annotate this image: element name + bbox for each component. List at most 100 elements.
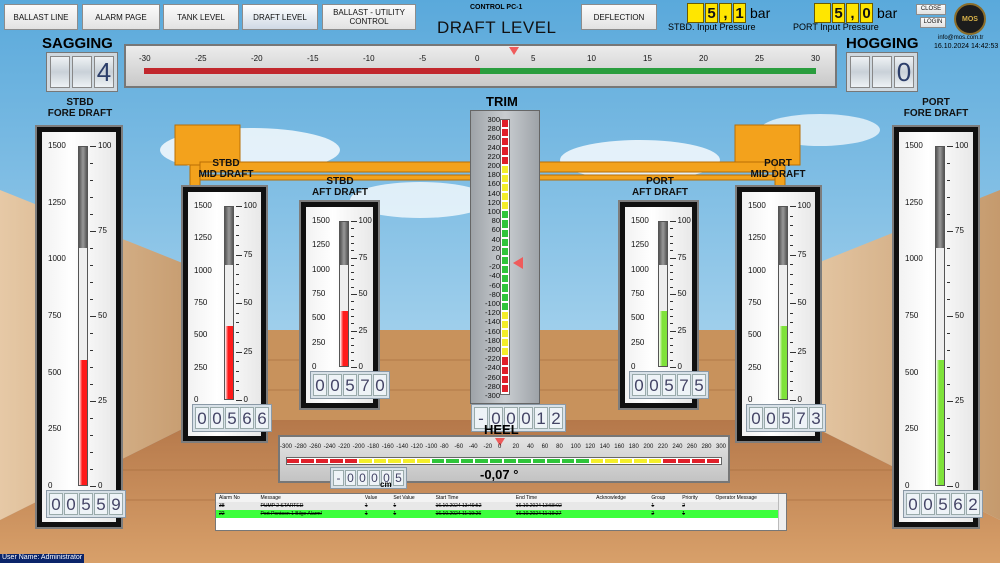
nav-ballast-utility-control-button[interactable]: BALLAST - UTILITY CONTROL: [322, 4, 416, 30]
gauge-tick-mark: [947, 265, 950, 266]
alarm-column-header[interactable]: Group: [648, 494, 679, 502]
counter-digit: [850, 56, 870, 88]
gauge-tick-mark: [90, 197, 93, 198]
gauge-left-tick-label: 1500: [905, 141, 923, 150]
alarm-table[interactable]: Alarm No Message Value Set Value Start Time E…: [215, 493, 787, 531]
gauge-right-tick-label: 100: [358, 216, 372, 225]
gauge-left-tick-label: 1000: [631, 264, 649, 274]
alarm-column-header[interactable]: Value: [362, 494, 391, 502]
trim-bar-segment: [502, 302, 508, 310]
alarm-column-header[interactable]: Operator Message: [713, 494, 786, 502]
gauge-tick-mark: [350, 264, 354, 266]
trim-bar-segment: [502, 275, 508, 283]
heel-bar-segment: [489, 459, 502, 463]
gauge-right-tick-label: 50: [797, 298, 807, 307]
heel-angle: -0,07 °: [480, 467, 519, 482]
gauge-tube: [78, 146, 88, 486]
heel-readout: - 0 0 0 0 5: [330, 467, 407, 489]
alarm-column-header[interactable]: Alarm No: [216, 494, 258, 502]
gauge-tick-mark: [90, 435, 93, 436]
gauge-tick-mark: [350, 250, 354, 252]
gauge-tick-mark: [947, 163, 950, 164]
nav-ballast-line-button[interactable]: BALLAST LINE: [4, 4, 78, 30]
stbd-mid-gauge: 1500 1250 1000 750 500 250 0 100 75 50 25 0 0 0 5 6 6: [181, 185, 272, 443]
trim-bar-segment: [502, 293, 508, 301]
heel-bar-segment: [431, 459, 445, 463]
trim-bar-segment: [502, 247, 508, 255]
gauge-fill: [79, 359, 87, 485]
gauge-tick-mark: [90, 163, 93, 164]
gauge-right-tick-label: 100: [243, 201, 257, 210]
gauge-tube: [777, 206, 788, 400]
login-button[interactable]: LOGIN: [920, 17, 946, 28]
gauge-tick-mark: [235, 351, 242, 353]
trim-marker-icon: [513, 256, 523, 269]
nav-alarm-page-button[interactable]: ALARM PAGE: [82, 4, 160, 30]
alarm-scrollbar[interactable]: [778, 494, 786, 530]
gauge-tube: [223, 206, 234, 400]
trim-bar-segment: [502, 120, 508, 128]
control-pc-label: CONTROL PC-1: [470, 4, 523, 11]
readout-digit: 0: [345, 470, 356, 486]
gauge-left-tick-label: 1500: [631, 216, 649, 225]
readout-digit: 9: [109, 493, 123, 515]
gauge-fill: [936, 359, 944, 485]
gauge-right-tick-label: 25: [677, 325, 687, 335]
gauge-tick-mark: [90, 333, 93, 334]
gauge-right-tick-label: 75: [955, 226, 964, 235]
alarm-column-header[interactable]: Start Time: [433, 494, 513, 502]
heel-tick-label: 100: [570, 444, 581, 450]
heel-bar-segment: [648, 459, 662, 463]
gauge-tick-mark: [669, 272, 673, 274]
alarm-column-header[interactable]: Set Value: [390, 494, 432, 502]
close-button[interactable]: CLOSE: [916, 4, 946, 15]
gauge-tick-mark: [669, 221, 676, 222]
alarm-column-header[interactable]: Acknowledge: [593, 494, 648, 502]
heel-bar-segment: [663, 459, 676, 463]
heel-tick-label: -140: [396, 444, 409, 450]
gauge-tick-mark: [669, 337, 673, 339]
gauge-left-tick-label: 500: [48, 367, 62, 377]
stbd-mid-title: STBD MID DRAFT: [198, 158, 254, 180]
trim-bar-segment: [502, 257, 508, 265]
alarm-column-header[interactable]: Priority: [679, 494, 712, 502]
alarm-column-header[interactable]: Message: [258, 494, 362, 502]
trim-bar-segment: [502, 366, 508, 374]
readout-digit: 6: [240, 407, 254, 429]
gauge-left-tick-label: 1250: [48, 197, 66, 207]
deflection-bar-negative: [144, 68, 480, 74]
gauge-tick-mark: [789, 380, 793, 382]
stbd-aft-gauge: 1500 1250 1000 750 500 250 0 100 75 50 25 0 0 0 5 7 0: [299, 200, 390, 410]
gauge-tick-mark: [947, 418, 950, 419]
gauge-tube: [935, 146, 945, 486]
datetime-label: 16.10.2024 14:42:53: [934, 43, 999, 50]
nav-deflection-button[interactable]: DEFLECTION: [581, 4, 657, 30]
nav-tank-level-button[interactable]: TANK LEVEL: [163, 4, 239, 30]
readout-digit: -: [333, 470, 344, 486]
alarm-cell: 38: [219, 503, 225, 509]
gauge-tube-cap: [778, 207, 787, 265]
alarm-column-header[interactable]: End Time: [513, 494, 593, 502]
gauge-right-tick-label: 0: [797, 395, 802, 404]
deflection-bar-positive: [480, 68, 816, 74]
nav-draft-level-button[interactable]: DRAFT LEVEL: [242, 4, 318, 30]
gauge-left-tick-label: 250: [631, 337, 645, 347]
heel-tick-label: 160: [614, 444, 625, 450]
gauge-tick-mark: [669, 279, 673, 281]
gauge-left-tick-label: 750: [905, 311, 919, 320]
trim-tick-label: 300: [487, 115, 500, 124]
alarm-row[interactable]: 38 PUMP 2 STARTED 1 1 16.10.2024 13:49:52 16.…: [216, 502, 786, 510]
gauge-right-tick-label: 75: [677, 252, 687, 262]
heel-tick-label: 240: [672, 444, 683, 450]
gauge-tick-mark: [789, 361, 793, 363]
alarm-row[interactable]: 22 Port Pontoon 1 Bilge Alarm! 1 1 16.10.202…: [216, 510, 786, 518]
gauge-tick-mark: [235, 244, 239, 246]
heel-tick-label: 300: [716, 444, 727, 450]
heel-bar-segment: [359, 459, 372, 463]
gauge-left-tick-label: 250: [48, 424, 62, 434]
trim-bar-segment: [502, 384, 508, 392]
deflection-tick-label: -25: [195, 54, 207, 63]
alarm-cell: [593, 510, 648, 518]
alarm-cell: 16.10.2024 13:58:02: [515, 503, 562, 509]
gauge-readout: 00573: [746, 404, 826, 432]
